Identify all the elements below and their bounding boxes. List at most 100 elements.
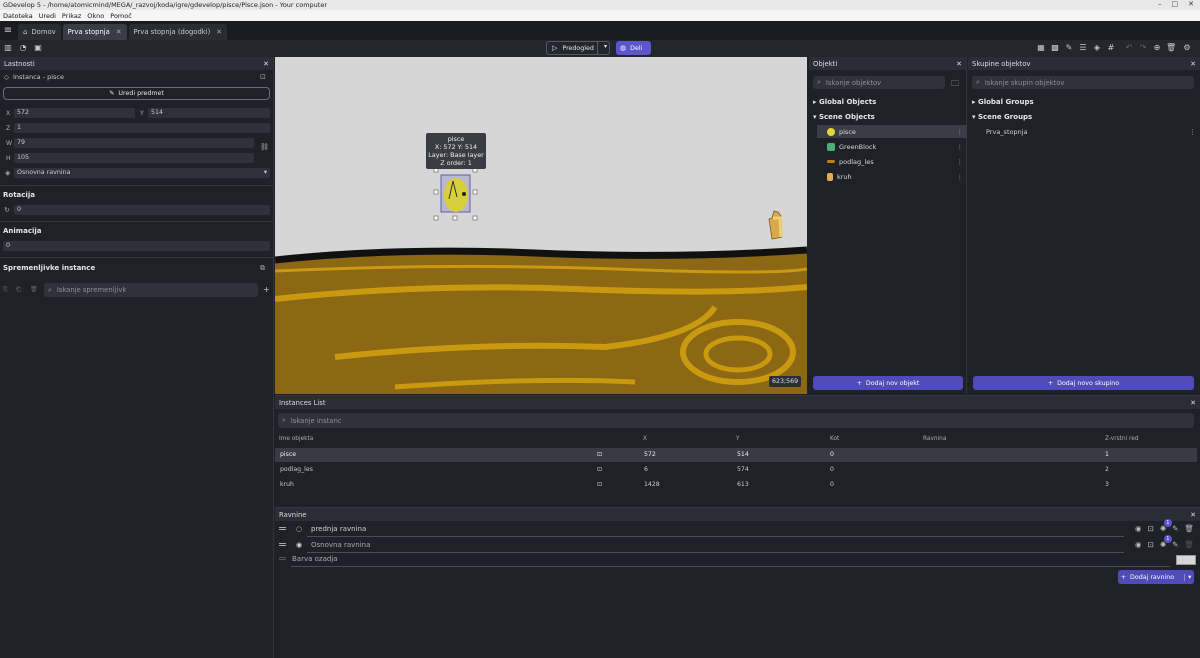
menu-prikaz[interactable]: Prikaz xyxy=(59,12,84,20)
paste-icon[interactable]: ⎗ xyxy=(16,286,21,294)
chevron-down-icon[interactable]: ▾ xyxy=(604,43,607,50)
global-groups-header[interactable]: ▸ Global Groups xyxy=(972,98,1034,106)
scene-groups-header[interactable]: ▾ Scene Groups xyxy=(972,113,1032,121)
group-item-prva-stopnja[interactable]: Prva_stopnja xyxy=(986,128,1028,136)
col-zorder[interactable]: Z-vrstni red xyxy=(1105,436,1139,442)
more-icon[interactable]: ⋮ xyxy=(957,173,964,181)
h-field[interactable]: 105 xyxy=(14,153,254,163)
groups-search[interactable]: ⌕ Iskanje skupin objektov xyxy=(972,76,1194,89)
instances-list-icon[interactable]: ☰ xyxy=(1078,43,1088,53)
edit-object-button[interactable]: ✎ Uredi predmet xyxy=(3,87,270,100)
radio-icon[interactable]: ○ xyxy=(296,525,302,533)
layer-row[interactable]: ◉ Osnovna ravnina ◉ ⊡ ✺ 1 ✎ 🗑 xyxy=(275,535,1200,553)
global-objects-header[interactable]: ▸ Global Objects xyxy=(813,98,876,106)
add-object-button[interactable]: + Dodaj nov objekt xyxy=(813,376,963,390)
more-icon[interactable]: ⋮ xyxy=(957,128,964,136)
tab-events[interactable]: Prva stopnja (dogodki) ✕ xyxy=(128,24,227,40)
object-item-kruh[interactable]: kruh ⋮ xyxy=(817,170,967,183)
effects-icon[interactable]: ✺ 1 xyxy=(1160,519,1172,533)
scene-canvas[interactable]: pisce X: 572 Y: 514 Layer: Base layer Z … xyxy=(275,57,807,394)
trash-icon[interactable]: 🗑 xyxy=(30,286,38,293)
panels-icon[interactable]: ▥ xyxy=(3,43,13,53)
rotation-field[interactable]: 0 xyxy=(14,205,270,215)
more-icon[interactable]: ⋮ xyxy=(957,143,964,151)
eye-icon[interactable]: ◉ xyxy=(1135,524,1142,533)
animation-field[interactable]: 0 xyxy=(3,241,270,251)
layer-name[interactable]: Osnovna ravnina xyxy=(311,541,370,549)
history-icon[interactable]: ◔ xyxy=(18,43,28,53)
lock-icon[interactable]: ⊡ xyxy=(597,481,602,488)
menu-datoteka[interactable]: Datoteka xyxy=(0,12,36,20)
close-icon[interactable]: ✕ xyxy=(1190,511,1196,519)
preview-button[interactable]: ▷ Predogled ▾ xyxy=(546,41,610,55)
redo-icon[interactable]: ↷ xyxy=(1138,43,1148,53)
trash-icon[interactable]: 🗑 xyxy=(1184,524,1194,533)
close-tab-icon[interactable]: ✕ xyxy=(216,28,222,36)
zoom-icon[interactable]: ⊕ xyxy=(1152,43,1162,53)
instances-search[interactable]: ⌕ Iskanje instanc xyxy=(278,413,1194,428)
add-group-button[interactable]: + Dodaj novo skupino xyxy=(973,376,1194,390)
trash-icon[interactable]: 🗑 xyxy=(1184,540,1194,549)
background-color-swatch[interactable] xyxy=(1176,555,1196,565)
z-field[interactable]: 1 xyxy=(14,123,270,133)
y-field[interactable]: 514 xyxy=(148,108,270,118)
radio-selected-icon[interactable]: ◉ xyxy=(296,541,302,549)
lock-icon[interactable]: ⊡ xyxy=(597,451,602,458)
object-item-podlag-les[interactable]: podlag_les ⋮ xyxy=(817,155,967,168)
close-icon[interactable]: ✕ xyxy=(263,60,269,68)
table-row[interactable]: podlag_les ⊡ 6 574 0 2 xyxy=(275,463,1197,477)
copy-icon[interactable]: ⎘ xyxy=(3,286,8,294)
drag-handle-icon[interactable] xyxy=(279,543,286,546)
col-x[interactable]: X xyxy=(643,436,647,442)
open-external-icon[interactable]: ⧉ xyxy=(260,264,265,273)
eye-icon[interactable]: ◉ xyxy=(1135,540,1142,549)
close-icon[interactable]: ✕ xyxy=(1190,399,1196,407)
lock-icon[interactable]: ⊡ xyxy=(1148,540,1154,549)
lock-icon[interactable]: ⊡ xyxy=(1148,524,1154,533)
effects-icon[interactable]: ✺ 1 xyxy=(1160,535,1172,549)
menu-okno[interactable]: Okno xyxy=(84,12,107,20)
w-field[interactable]: 79 xyxy=(14,138,254,148)
table-row[interactable]: pisce ⊡ 572 514 0 1 xyxy=(275,448,1197,462)
menu-pomoc[interactable]: Pomoč xyxy=(107,12,135,20)
hamburger-icon[interactable]: ≡ xyxy=(0,21,16,40)
add-layer-button[interactable]: + Dodaj ravnino ▾ xyxy=(1118,570,1194,584)
col-layer[interactable]: Ravnina xyxy=(923,436,946,442)
scene-objects-header[interactable]: ▾ Scene Objects xyxy=(813,113,875,121)
grid-icon[interactable]: # xyxy=(1106,43,1116,53)
col-angle[interactable]: Kot xyxy=(830,436,839,442)
close-icon[interactable]: ✕ xyxy=(956,60,962,68)
objects-panel-icon[interactable]: ▦ xyxy=(1036,43,1046,53)
layer-select[interactable]: Osnovna ravnina ▾ xyxy=(14,168,270,178)
share-button[interactable]: ◍ Deli xyxy=(616,41,651,55)
maximize-icon[interactable]: □ xyxy=(1172,0,1179,8)
edit-icon[interactable]: ✎ xyxy=(1172,540,1178,549)
more-icon[interactable]: ⋮ xyxy=(1189,128,1196,136)
link-icon[interactable]: ⛓ xyxy=(260,143,269,151)
col-y[interactable]: Y xyxy=(736,436,740,442)
col-name[interactable]: Ime objekta xyxy=(279,436,313,442)
add-variable-icon[interactable]: + xyxy=(263,285,270,294)
table-row[interactable]: kruh ⊡ 1428 613 0 3 xyxy=(275,478,1197,492)
x-field[interactable]: 572 xyxy=(14,108,135,118)
lock-icon[interactable]: ⊡ xyxy=(597,466,602,473)
close-icon[interactable]: ✕ xyxy=(1190,60,1196,68)
layer-row[interactable]: ○ prednja ravnina ◉ ⊡ ✺ 1 ✎ 🗑 xyxy=(275,519,1200,537)
layer-name[interactable]: prednja ravnina xyxy=(311,525,366,533)
undo-icon[interactable]: ↶ xyxy=(1124,43,1134,53)
folder-add-icon[interactable]: 🗀 xyxy=(951,78,959,92)
groups-panel-icon[interactable]: ▩ xyxy=(1050,43,1060,53)
minimize-icon[interactable]: – xyxy=(1158,0,1162,8)
variables-search[interactable]: ⌕ Iskanje spremenljivk xyxy=(44,283,258,297)
layers-icon[interactable]: ◈ xyxy=(1092,43,1102,53)
edit-icon[interactable]: ✎ xyxy=(1172,524,1178,533)
tab-scene[interactable]: Prva stopnja ✕ xyxy=(62,24,127,40)
menu-uredi[interactable]: Uredi xyxy=(36,12,59,20)
tab-home[interactable]: ⌂ Domov xyxy=(18,24,61,40)
more-icon[interactable]: ⋮ xyxy=(957,158,964,166)
drag-handle-icon[interactable] xyxy=(279,527,286,530)
settings-icon[interactable]: ⚙ xyxy=(1182,43,1192,53)
objects-search[interactable]: ⌕ Iskanje objektov xyxy=(813,76,945,89)
save-icon[interactable]: ▣ xyxy=(33,43,43,53)
close-window-icon[interactable]: ✕ xyxy=(1188,0,1194,8)
